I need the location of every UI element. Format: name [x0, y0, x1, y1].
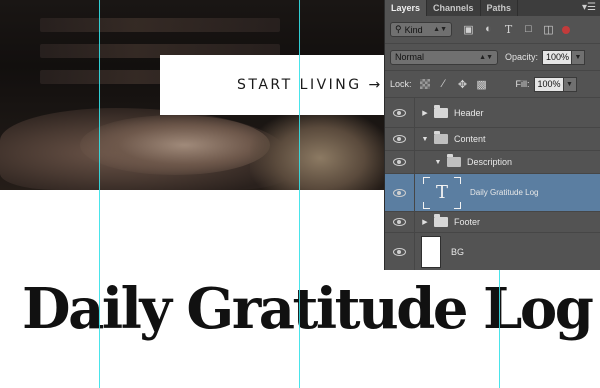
- adjustment-filter-icon[interactable]: ◐: [483, 23, 494, 36]
- folder-icon: [434, 214, 448, 227]
- start-living-label: START LIVING →: [237, 77, 383, 93]
- visibility-toggle[interactable]: [385, 233, 415, 270]
- tab-paths[interactable]: Paths: [481, 0, 519, 16]
- eye-icon: [393, 108, 406, 117]
- lock-all-icon[interactable]: ▩: [475, 77, 489, 91]
- lock-brush-icon[interactable]: ∕: [437, 77, 451, 91]
- layer-name: Footer: [454, 217, 481, 227]
- layer-bg[interactable]: BG: [385, 233, 600, 270]
- blend-mode-value: Normal: [395, 52, 425, 62]
- page-headline: Daily Gratitude Log: [22, 276, 594, 342]
- layer-footer[interactable]: ▶ Footer: [385, 212, 600, 233]
- panel-tabs: Layers Channels Paths ▾☰: [385, 0, 600, 16]
- photo-plank: [40, 18, 280, 32]
- stepper-icon: ▲▼: [479, 53, 493, 61]
- fill-field[interactable]: 100%: [533, 76, 564, 92]
- eye-icon: [393, 158, 406, 166]
- panel-menu-icon[interactable]: ▾☰: [582, 1, 596, 15]
- layer-name: Description: [467, 157, 513, 167]
- guide-line[interactable]: [99, 0, 100, 388]
- blend-row: Normal ▲▼ Opacity: 100% ▼: [385, 44, 600, 71]
- search-icon: ⚲: [395, 24, 402, 34]
- tab-channels[interactable]: Channels: [427, 0, 481, 16]
- layer-description[interactable]: ▼ Description: [385, 151, 600, 174]
- eye-icon: [393, 135, 406, 143]
- stepper-icon: ▲▼: [433, 26, 447, 33]
- text-layer-icon: T: [423, 176, 461, 209]
- lock-move-icon[interactable]: ✥: [456, 77, 470, 91]
- chevron-down-icon[interactable]: ▼: [433, 159, 443, 166]
- chevron-right-icon[interactable]: ▶: [420, 218, 430, 226]
- layer-name: Header: [454, 107, 484, 118]
- folder-icon: [434, 104, 448, 118]
- chevron-right-icon[interactable]: ▶: [420, 109, 430, 117]
- visibility-toggle[interactable]: [385, 128, 415, 150]
- opacity-field[interactable]: 100%: [542, 49, 573, 65]
- lock-icons: ∕ ✥ ▩: [418, 77, 489, 91]
- layer-daily-gratitude-log[interactable]: T Daily Gratitude Log: [385, 174, 600, 212]
- lock-row: Lock: ∕ ✥ ▩ Fill: 100% ▼: [385, 71, 600, 98]
- filter-toggle[interactable]: [562, 25, 570, 34]
- layer-name: BG: [451, 246, 465, 257]
- folder-open-icon: [434, 131, 448, 144]
- shape-filter-icon[interactable]: □: [523, 23, 534, 36]
- eye-icon: [393, 247, 406, 256]
- opacity-dropdown-icon[interactable]: ▼: [572, 49, 586, 65]
- lock-transparent-icon[interactable]: [418, 77, 432, 91]
- blend-mode-select[interactable]: Normal ▲▼: [390, 49, 498, 65]
- layer-name: Daily Gratitude Log: [470, 188, 539, 197]
- filter-icons: ▣ ◐ T □ ◫: [463, 23, 554, 36]
- filter-row: ⚲ Kind ▲▼ ▣ ◐ T □ ◫: [385, 16, 600, 44]
- filter-kind-select[interactable]: ⚲ Kind ▲▼: [390, 22, 452, 37]
- eye-icon: [393, 218, 406, 226]
- photo-bag: [250, 110, 390, 190]
- eye-icon: [393, 188, 406, 197]
- image-filter-icon[interactable]: ▣: [463, 23, 474, 36]
- visibility-toggle[interactable]: [385, 151, 415, 173]
- visibility-toggle[interactable]: [385, 174, 415, 211]
- folder-open-icon: [447, 154, 461, 167]
- layer-name: Content: [454, 134, 486, 144]
- tab-layers[interactable]: Layers: [385, 0, 428, 16]
- chevron-down-icon[interactable]: ▼: [420, 136, 430, 143]
- type-filter-icon[interactable]: T: [503, 23, 514, 36]
- lock-label: Lock:: [390, 79, 412, 89]
- start-living-button[interactable]: START LIVING →: [160, 55, 386, 115]
- guide-line[interactable]: [299, 0, 300, 388]
- layer-thumbnail: [421, 235, 441, 268]
- fill-dropdown-icon[interactable]: ▼: [563, 76, 577, 92]
- opacity-label: Opacity:: [505, 52, 539, 62]
- visibility-toggle[interactable]: [385, 98, 415, 127]
- fill-label: Fill:: [515, 79, 530, 89]
- layer-content[interactable]: ▼ Content: [385, 128, 600, 151]
- filter-kind-value: Kind: [404, 24, 423, 35]
- layer-header[interactable]: ▶ Header: [385, 98, 600, 128]
- smart-object-filter-icon[interactable]: ◫: [543, 23, 554, 36]
- layers-panel: Layers Channels Paths ▾☰ ⚲ Kind ▲▼ ▣ ◐ T…: [385, 0, 600, 270]
- photo-shoe-highlight: [80, 115, 270, 175]
- visibility-toggle[interactable]: [385, 212, 415, 232]
